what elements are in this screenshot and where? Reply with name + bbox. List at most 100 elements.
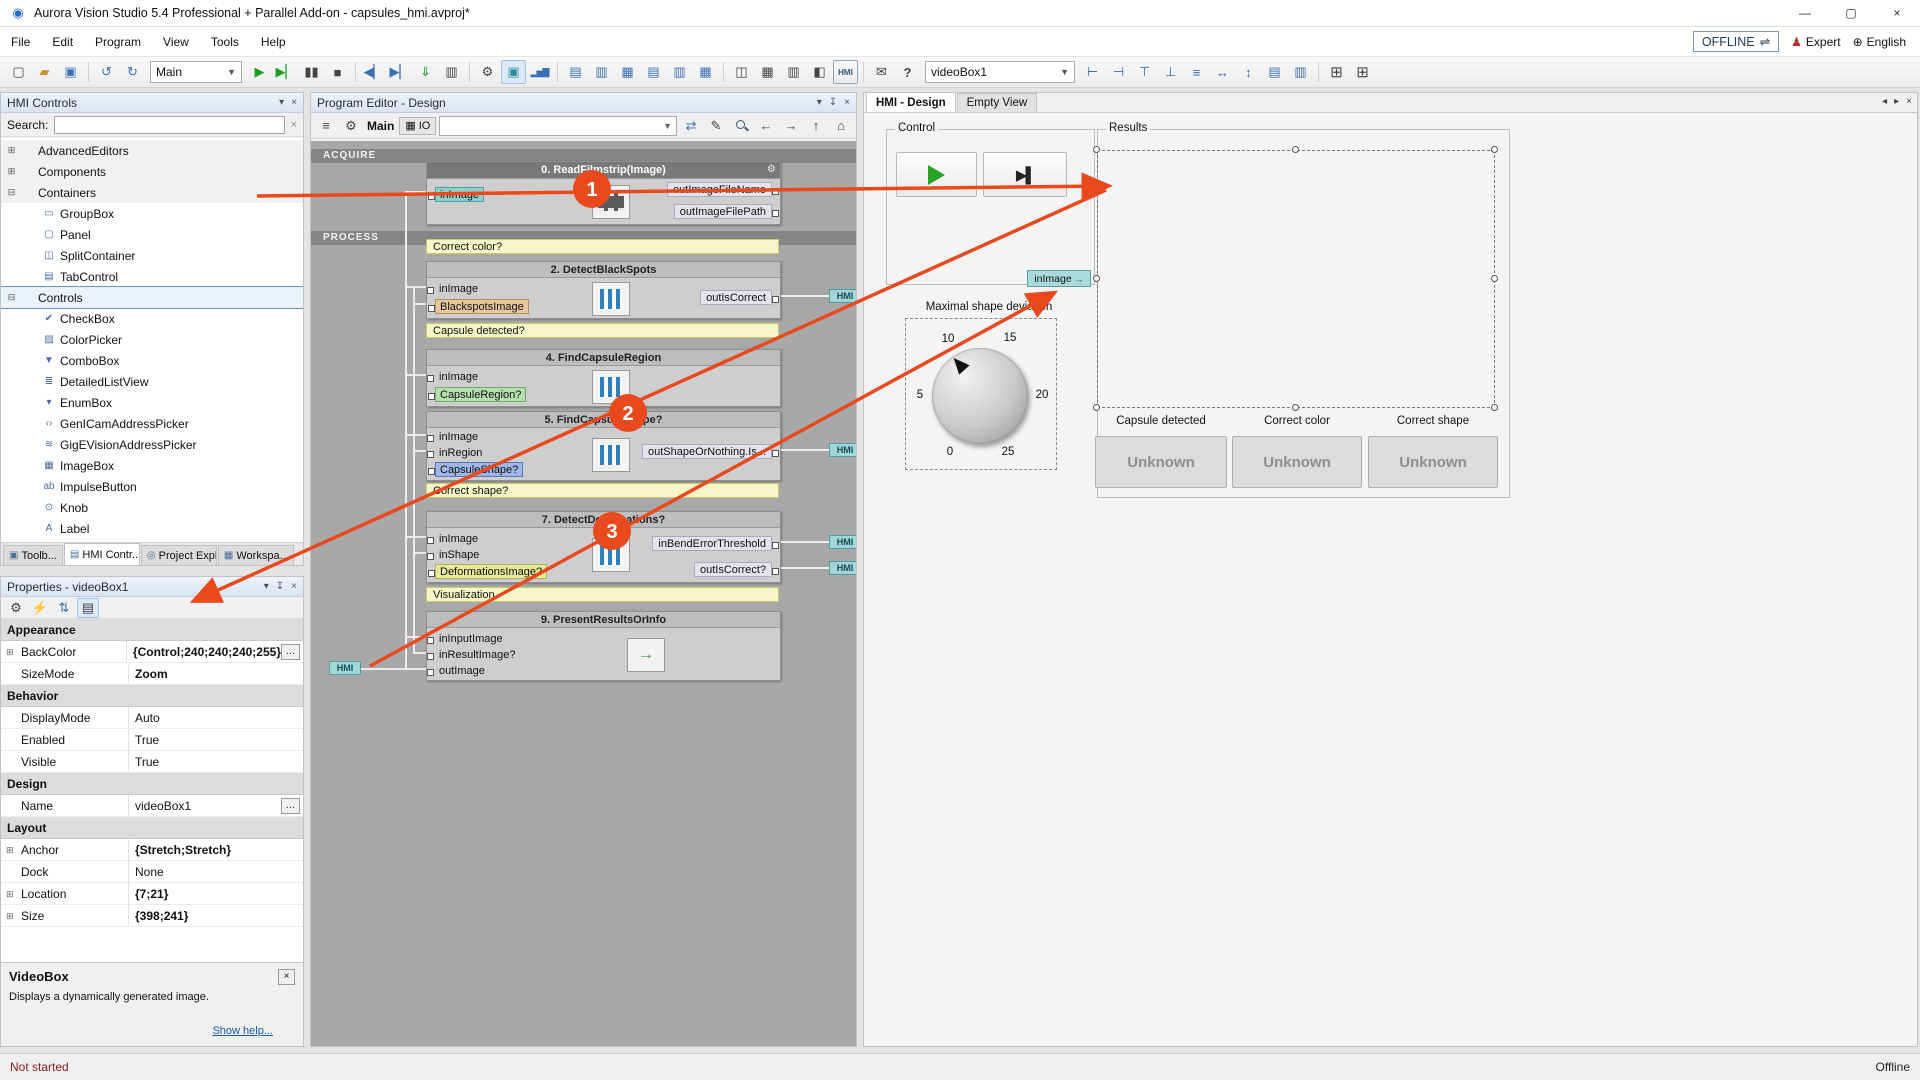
offline-status-button[interactable]: OFFLINE ⇌ bbox=[1693, 31, 1779, 52]
align-top-icon[interactable]: ⊤ bbox=[1132, 60, 1157, 84]
property-row[interactable]: Behavior bbox=[1, 685, 303, 707]
close-panel-icon[interactable]: × bbox=[291, 97, 297, 108]
tree-item[interactable]: ◫ SplitContainer bbox=[1, 245, 303, 266]
layout-grid-icon[interactable]: ▦ bbox=[755, 60, 780, 84]
message-icon[interactable]: ✉ bbox=[869, 60, 894, 84]
tree-item[interactable]: ▭ GroupBox bbox=[1, 203, 303, 224]
step-out-icon[interactable]: ▦ bbox=[693, 60, 718, 84]
menu-item[interactable]: Program bbox=[84, 31, 152, 53]
same-width-icon[interactable]: ▤ bbox=[1262, 60, 1287, 84]
iterate-function-icon[interactable]: ▥ bbox=[589, 60, 614, 84]
inimage-port-badge[interactable]: inImage→ bbox=[1027, 270, 1091, 287]
chevron-down-icon[interactable]: ▾ bbox=[264, 581, 269, 592]
comment-correct-color[interactable]: Correct color? bbox=[426, 239, 779, 254]
menu-item[interactable]: Help bbox=[250, 31, 297, 53]
port-inimage[interactable]: inImage bbox=[435, 187, 484, 202]
expander-icon[interactable]: ⊞ bbox=[5, 145, 18, 156]
resize-handle[interactable] bbox=[1292, 404, 1299, 411]
tree-item[interactable]: ≣ DetailedListView bbox=[1, 371, 303, 392]
close-panel-icon[interactable]: × bbox=[1906, 96, 1912, 107]
update-previews-icon[interactable]: ⇓ bbox=[413, 60, 438, 84]
property-row[interactable]: ⊞Location {7;21} bbox=[1, 883, 303, 905]
program-list-icon[interactable]: ≡ bbox=[315, 115, 337, 137]
panel-tab[interactable]: ▤ HMI Contr... bbox=[64, 543, 140, 565]
program-path-combo[interactable]: ▼ bbox=[439, 116, 677, 136]
port-outiscorrect[interactable]: outIsCorrect? bbox=[694, 562, 772, 577]
port-outimage[interactable]: outImage bbox=[435, 664, 489, 679]
resize-handle[interactable] bbox=[1093, 275, 1100, 282]
property-row[interactable]: ⊞BackColor {Control;240;240;240;255} … bbox=[1, 641, 303, 663]
edit-icon[interactable]: ✎ bbox=[705, 115, 727, 137]
hmi-port-badge[interactable]: HMI bbox=[829, 443, 856, 457]
separator[interactable] bbox=[723, 62, 724, 82]
iterate-button[interactable]: ▶▌ bbox=[983, 152, 1067, 197]
tree-item[interactable]: ⊞ Components bbox=[1, 161, 303, 182]
property-row[interactable]: Name videoBox1 … bbox=[1, 795, 303, 817]
capsule-detected-indicator[interactable]: Unknown bbox=[1095, 436, 1227, 488]
categorized-view-icon[interactable]: ⚙ bbox=[5, 598, 27, 618]
iterate-current-icon[interactable]: ▶▏ bbox=[273, 60, 298, 84]
port-inimage[interactable]: inImage bbox=[435, 532, 482, 547]
tree-item[interactable]: ab ImpulseButton bbox=[1, 476, 303, 497]
wrench-icon[interactable]: ⚙ bbox=[475, 60, 500, 84]
step-over-icon[interactable]: ▤ bbox=[641, 60, 666, 84]
hmi-port-badge[interactable]: HMI bbox=[829, 561, 856, 575]
sort-icon[interactable]: ⇅ bbox=[53, 598, 75, 618]
next-macrostep-icon[interactable]: ▶▏ bbox=[387, 60, 412, 84]
space-horizontal-icon[interactable]: ↔ bbox=[1210, 60, 1235, 84]
property-row[interactable]: Appearance bbox=[1, 619, 303, 641]
menu-item[interactable]: Tools bbox=[200, 31, 250, 53]
expander-icon[interactable]: ⊞ bbox=[6, 845, 14, 856]
block-detectblackspots[interactable]: 2. DetectBlackSpots inImage BlackspotsIm… bbox=[426, 261, 781, 319]
menu-item[interactable]: View bbox=[152, 31, 200, 53]
search-input[interactable] bbox=[54, 116, 284, 134]
port-deformationsimage[interactable]: DeformationsImage? bbox=[435, 564, 547, 579]
hmi-port-badge[interactable]: HMI bbox=[329, 661, 361, 675]
separator[interactable] bbox=[469, 62, 470, 82]
port-capsuleshape[interactable]: CapsuleShape? bbox=[435, 462, 523, 477]
block-findcapsuleregion[interactable]: 4. FindCapsuleRegion inImage CapsuleRegi… bbox=[426, 349, 781, 407]
port-blackspotsimage[interactable]: BlackspotsImage bbox=[435, 299, 529, 314]
tree-item[interactable]: ≋ GigEVisionAddressPicker bbox=[1, 434, 303, 455]
knob-control[interactable]: 10 15 5 20 0 25 bbox=[905, 318, 1057, 470]
run-icon[interactable]: ▶ bbox=[247, 60, 272, 84]
block-findcapsuleshape[interactable]: 5. FindCapsuleShape? inImage inRegion Ca… bbox=[426, 411, 781, 481]
expander-icon[interactable]: ⊞ bbox=[5, 166, 18, 177]
resize-handle[interactable] bbox=[1491, 146, 1498, 153]
space-vertical-icon[interactable]: ↕ bbox=[1236, 60, 1261, 84]
navigate-back-icon[interactable]: ← bbox=[755, 115, 777, 137]
correct-color-indicator[interactable]: Unknown bbox=[1232, 436, 1362, 488]
program-nav-io[interactable]: ▦ IO bbox=[399, 117, 436, 135]
port-outimagefilepath[interactable]: outImageFilePath bbox=[674, 204, 772, 219]
close-help-icon[interactable]: × bbox=[278, 969, 295, 985]
gear-icon[interactable]: ⚙ bbox=[340, 115, 362, 137]
minimize-button[interactable]: — bbox=[1782, 0, 1828, 26]
block-readfilmstrip[interactable]: 0. ReadFilmstrip(Image)⚙ inImage outImag… bbox=[426, 161, 781, 225]
separator[interactable] bbox=[88, 62, 89, 82]
swap-view-icon[interactable]: ⇄ bbox=[680, 115, 702, 137]
separator[interactable] bbox=[863, 62, 864, 82]
property-value[interactable]: {Control;240;240;240;255} bbox=[133, 645, 281, 659]
program-selector[interactable]: Main▼ bbox=[150, 61, 242, 83]
scroll-left-icon[interactable]: ◂ bbox=[1882, 96, 1887, 107]
separator[interactable] bbox=[1318, 62, 1319, 82]
property-value[interactable]: {7;21} bbox=[135, 887, 168, 901]
block-detectdeformations[interactable]: 7. DetectDeformations? inImage inShape D… bbox=[426, 511, 781, 583]
expander-icon[interactable]: ⊟ bbox=[5, 187, 18, 198]
preview-screen-icon[interactable]: ▥ bbox=[439, 60, 464, 84]
port-capsuleregion[interactable]: CapsuleRegion? bbox=[435, 387, 526, 402]
tree-item[interactable]: ▢ Panel bbox=[1, 224, 303, 245]
separator[interactable] bbox=[557, 62, 558, 82]
port-inresultimage[interactable]: inResultImage? bbox=[435, 648, 519, 663]
open-file-icon[interactable]: ▰ bbox=[32, 60, 57, 84]
tree-item[interactable]: ⊟ Controls bbox=[1, 287, 303, 308]
start-button[interactable] bbox=[896, 152, 977, 197]
property-row[interactable]: Dock None bbox=[1, 861, 303, 883]
port-outiscorrect[interactable]: outIsCorrect bbox=[700, 290, 772, 305]
videobox-control[interactable] bbox=[1097, 150, 1495, 408]
layout-rows-icon[interactable]: ▥ bbox=[781, 60, 806, 84]
tree-item[interactable]: ⊞ AdvancedEditors bbox=[1, 140, 303, 161]
program-canvas[interactable]: ACQUIRE PROCESS 0. ReadFilmstrip(Image)⚙… bbox=[311, 141, 856, 1046]
port-inbenderrorthreshold[interactable]: inBendErrorThreshold bbox=[652, 536, 772, 551]
iterate-program-icon[interactable]: ▤ bbox=[563, 60, 588, 84]
